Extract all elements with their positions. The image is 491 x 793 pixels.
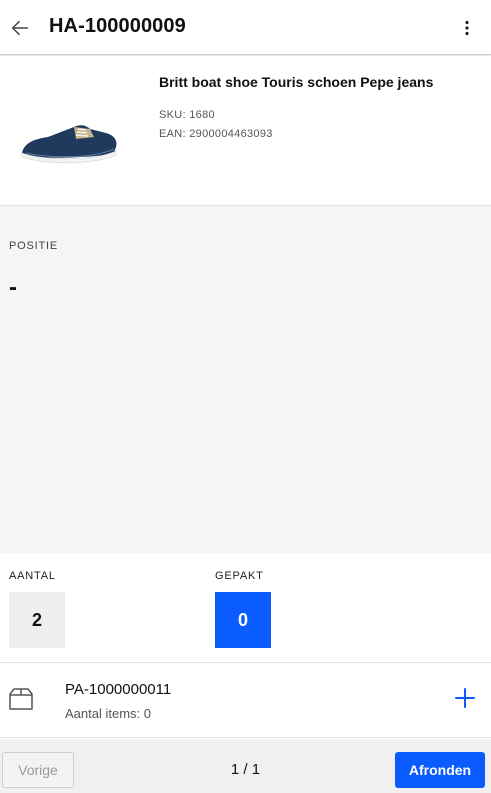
add-package-button[interactable]: [453, 686, 477, 710]
gepakt-label: GEPAKT: [215, 570, 264, 582]
package-name: PA-1000000011: [65, 681, 172, 698]
product-sku: SKU: 1680: [159, 109, 215, 121]
page-title: HA-100000009: [49, 15, 186, 37]
product-image: [21, 125, 117, 164]
quantity-section: AANTAL 2 GEPAKT 0: [0, 553, 491, 663]
top-app-bar: HA-100000009: [0, 0, 491, 55]
bottom-bar: Vorige 1 / 1 Afronden: [0, 739, 491, 793]
position-section: POSITIE -: [0, 206, 491, 553]
arrow-left-icon: [11, 20, 29, 36]
previous-button[interactable]: Vorige: [2, 752, 74, 788]
position-label: POSITIE: [9, 240, 58, 252]
product-name: Britt boat shoe Touris schoen Pepe jeans: [159, 74, 434, 90]
aantal-value: 2: [9, 592, 65, 648]
plus-icon: [455, 688, 475, 708]
package-items-count: Aantal items: 0: [65, 706, 151, 721]
box-icon: [9, 688, 33, 710]
position-value: -: [9, 274, 17, 301]
aantal-label: AANTAL: [9, 570, 56, 582]
gepakt-value[interactable]: 0: [215, 592, 271, 648]
more-vertical-icon: [465, 20, 469, 36]
package-row: PA-1000000011 Aantal items: 0: [0, 664, 491, 738]
product-ean: EAN: 2900004463093: [159, 128, 273, 140]
more-menu-button[interactable]: [455, 14, 479, 42]
finish-button[interactable]: Afronden: [395, 752, 485, 788]
back-button[interactable]: [6, 14, 34, 42]
product-card: Britt boat shoe Touris schoen Pepe jeans…: [0, 56, 491, 206]
